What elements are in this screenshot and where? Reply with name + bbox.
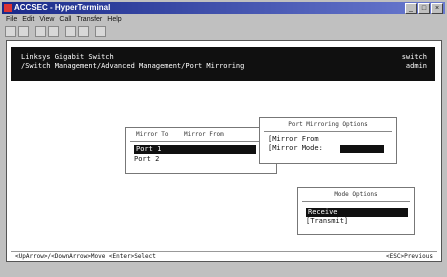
mirror-mode-value-highlight[interactable] [340, 145, 384, 153]
divider [264, 131, 392, 132]
menu-edit[interactable]: Edit [22, 15, 34, 25]
properties-icon[interactable] [95, 26, 106, 37]
mirror-row-port-1[interactable]: Port 1 [134, 145, 256, 154]
options-title: Port Mirroring Options [288, 121, 368, 128]
open-icon[interactable] [18, 26, 29, 37]
toolbar [2, 26, 106, 38]
console-header: Linksys Gigabit Switch /Switch Managemen… [11, 47, 435, 81]
mirror-row-port-2[interactable]: Port 2 [134, 155, 159, 164]
terminal-screen[interactable]: Linksys Gigabit Switch /Switch Managemen… [6, 40, 442, 262]
mode-transmit-option[interactable]: [Transmit] [306, 217, 348, 226]
mirror-list-panel: Mirror To Mirror From Port 1 Port 2 [125, 127, 277, 174]
mirror-mode-field[interactable]: [Mirror Mode: [268, 144, 323, 153]
disconnect-icon[interactable] [48, 26, 59, 37]
window-controls: _ □ × [405, 3, 443, 14]
menu-help[interactable]: Help [107, 15, 121, 25]
title-bar: ACCSEC - HyperTerminal _ □ × [2, 2, 445, 14]
close-button[interactable]: × [431, 3, 443, 14]
terminal-window: ACCSEC - HyperTerminal _ □ × File Edit V… [0, 0, 447, 277]
divider [130, 141, 270, 142]
new-icon[interactable] [5, 26, 16, 37]
menu-transfer[interactable]: Transfer [76, 15, 102, 25]
port-mirroring-options-panel: Port Mirroring Options [Mirror From [Mir… [259, 117, 397, 164]
minimize-button[interactable]: _ [405, 3, 417, 14]
mirror-to-header: Mirror To [136, 131, 169, 138]
menu-bar: File Edit View Call Transfer Help [2, 15, 122, 25]
mode-options-title: Mode Options [334, 191, 378, 198]
device-name: Linksys Gigabit Switch [21, 53, 114, 61]
mode-options-panel: Mode Options Receive [Transmit] [297, 187, 415, 235]
call-icon[interactable] [35, 26, 46, 37]
navigation-hint: <UpArrow>/<DownArrow>Move <Enter>Select [15, 253, 156, 260]
mirror-from-header: Mirror From [184, 131, 224, 138]
send-icon[interactable] [65, 26, 76, 37]
receive-icon[interactable] [78, 26, 89, 37]
app-icon [4, 4, 12, 12]
menu-path: /Switch Management/Advanced Management/P… [21, 62, 245, 70]
menu-call[interactable]: Call [59, 15, 71, 25]
divider [302, 201, 410, 202]
window-title: ACCSEC - HyperTerminal [14, 3, 111, 12]
host-label: switch [401, 53, 427, 61]
user-label: admin [405, 62, 427, 70]
previous-hint: <ESC>Previous [386, 253, 433, 260]
menu-view[interactable]: View [39, 15, 54, 25]
mirror-from-field[interactable]: [Mirror From [268, 135, 319, 144]
mode-receive-option[interactable]: Receive [306, 208, 408, 217]
key-help-bar: <UpArrow>/<DownArrow>Move <Enter>Select … [11, 251, 437, 261]
maximize-button[interactable]: □ [418, 3, 430, 14]
menu-file[interactable]: File [6, 15, 17, 25]
